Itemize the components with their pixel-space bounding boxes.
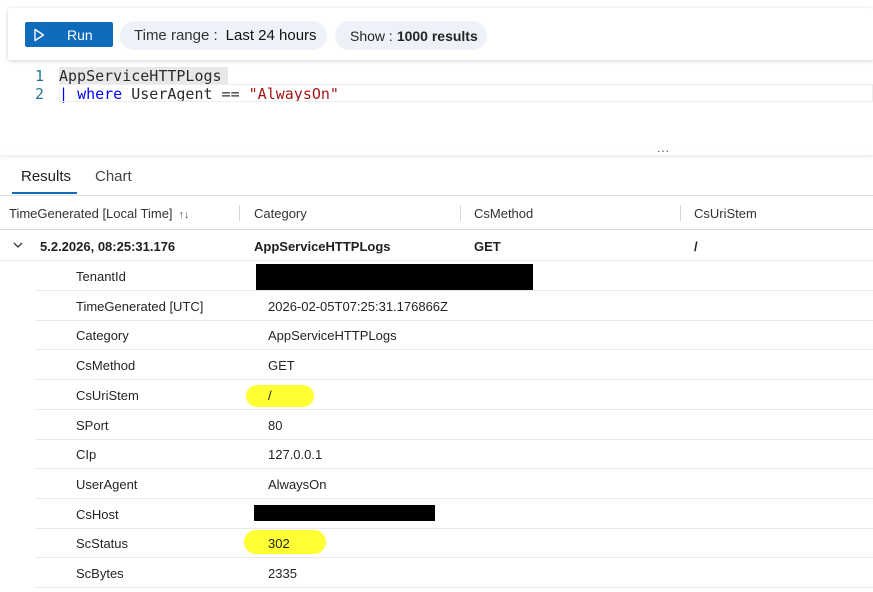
detail-key: UserAgent — [76, 477, 138, 492]
cell-time: 5.2.2026, 08:25:31.176 — [40, 239, 176, 254]
splitter-handle[interactable]: ... — [657, 141, 670, 155]
detail-value: AlwaysOn — [268, 477, 327, 492]
redaction-box — [254, 505, 435, 521]
detail-value: AppServiceHTTPLogs — [268, 328, 397, 343]
tab-chart[interactable]: Chart — [95, 168, 132, 185]
chevron-down-icon[interactable] — [12, 239, 24, 251]
line-number: 2 — [34, 84, 44, 103]
detail-key: TenantId — [76, 269, 126, 284]
detail-key: ScStatus — [76, 536, 129, 551]
result-limit-label: Show : — [350, 27, 393, 44]
detail-key: CIp — [76, 447, 97, 462]
query-toolbar: Run Time range : Last 24 hours Show : 10… — [8, 8, 873, 60]
query-editor[interactable]: 1 AppServiceHTTPLogs 2 | where UserAgent… — [0, 64, 873, 150]
detail-key: Category — [76, 328, 129, 343]
result-limit-picker[interactable]: Show : 1000 results — [335, 21, 487, 50]
detail-key: TimeGenerated [UTC] — [76, 299, 204, 314]
detail-value: / — [268, 388, 272, 403]
result-limit-value: 1000 results — [396, 27, 478, 44]
detail-row-cshost: CsHost — [35, 499, 873, 529]
detail-value: 2335 — [268, 566, 297, 581]
sort-icon[interactable]: ↑↓ — [179, 209, 190, 221]
detail-row-tenantid: TenantId — [35, 261, 873, 291]
cell-method: GET — [474, 239, 501, 254]
play-icon — [33, 28, 45, 42]
detail-row-scstatus: ScStatus 302 — [35, 528, 873, 558]
detail-key: SPort — [76, 418, 109, 433]
column-header-category[interactable]: Category — [254, 206, 307, 221]
detail-row-scbytes: ScBytes 2335 — [35, 558, 873, 588]
redaction-box — [256, 264, 533, 290]
time-range-picker[interactable]: Time range : Last 24 hours — [120, 21, 327, 50]
run-button-label: Run — [67, 26, 93, 43]
column-divider[interactable] — [680, 205, 681, 221]
detail-row-timegenerated-utc: TimeGenerated [UTC] 2026-02-05T07:25:31.… — [35, 291, 873, 321]
detail-value: GET — [268, 358, 295, 373]
detail-key: ScBytes — [76, 566, 124, 581]
column-header-csuristem[interactable]: CsUriStem — [694, 206, 757, 221]
tab-results[interactable]: Results — [21, 168, 71, 185]
time-range-value: Last 24 hours — [225, 27, 317, 44]
code-text: AppServiceHTTPLogs — [59, 66, 228, 85]
detail-value: 302 — [268, 536, 290, 551]
line-number: 1 — [34, 66, 44, 85]
column-header-csmethod[interactable]: CsMethod — [474, 206, 533, 221]
detail-value: 80 — [268, 418, 283, 433]
detail-row-csuristem: CsUriStem / — [35, 380, 873, 410]
column-divider[interactable] — [460, 205, 461, 221]
run-button[interactable]: Run — [25, 22, 113, 47]
cell-category: AppServiceHTTPLogs — [254, 239, 391, 254]
column-header-label: TimeGenerated [Local Time] — [9, 206, 173, 221]
detail-row-csmethod: CsMethod GET — [35, 350, 873, 380]
editor-line: 1 AppServiceHTTPLogs — [0, 66, 873, 85]
detail-row-cip: CIp 127.0.0.1 — [35, 439, 873, 469]
results-tabs: Results Chart — [0, 160, 873, 196]
cell-uri: / — [694, 239, 698, 254]
column-header-timegenerated[interactable]: TimeGenerated [Local Time] ↑↓ — [9, 206, 190, 221]
column-divider[interactable] — [239, 205, 240, 221]
pane-splitter[interactable] — [0, 150, 873, 155]
detail-key: CsUriStem — [76, 388, 139, 403]
highlight-mark — [246, 385, 314, 407]
detail-value: 2026-02-05T07:25:31.176866Z — [268, 299, 448, 314]
time-range-label: Time range : — [134, 27, 218, 44]
detail-row-category: Category AppServiceHTTPLogs — [35, 320, 873, 350]
detail-key: CsMethod — [76, 358, 136, 373]
detail-row-sport: SPort 80 — [35, 410, 873, 440]
detail-value: 127.0.0.1 — [268, 447, 323, 462]
detail-key: CsHost — [76, 507, 119, 522]
table-row[interactable]: 5.2.2026, 08:25:31.176 AppServiceHTTPLog… — [0, 231, 873, 261]
current-line-highlight — [59, 84, 873, 102]
table-header: TimeGenerated [Local Time] ↑↓ Category Cs… — [0, 197, 873, 230]
active-tab-indicator — [12, 192, 77, 194]
detail-row-useragent: UserAgent AlwaysOn — [35, 469, 873, 499]
